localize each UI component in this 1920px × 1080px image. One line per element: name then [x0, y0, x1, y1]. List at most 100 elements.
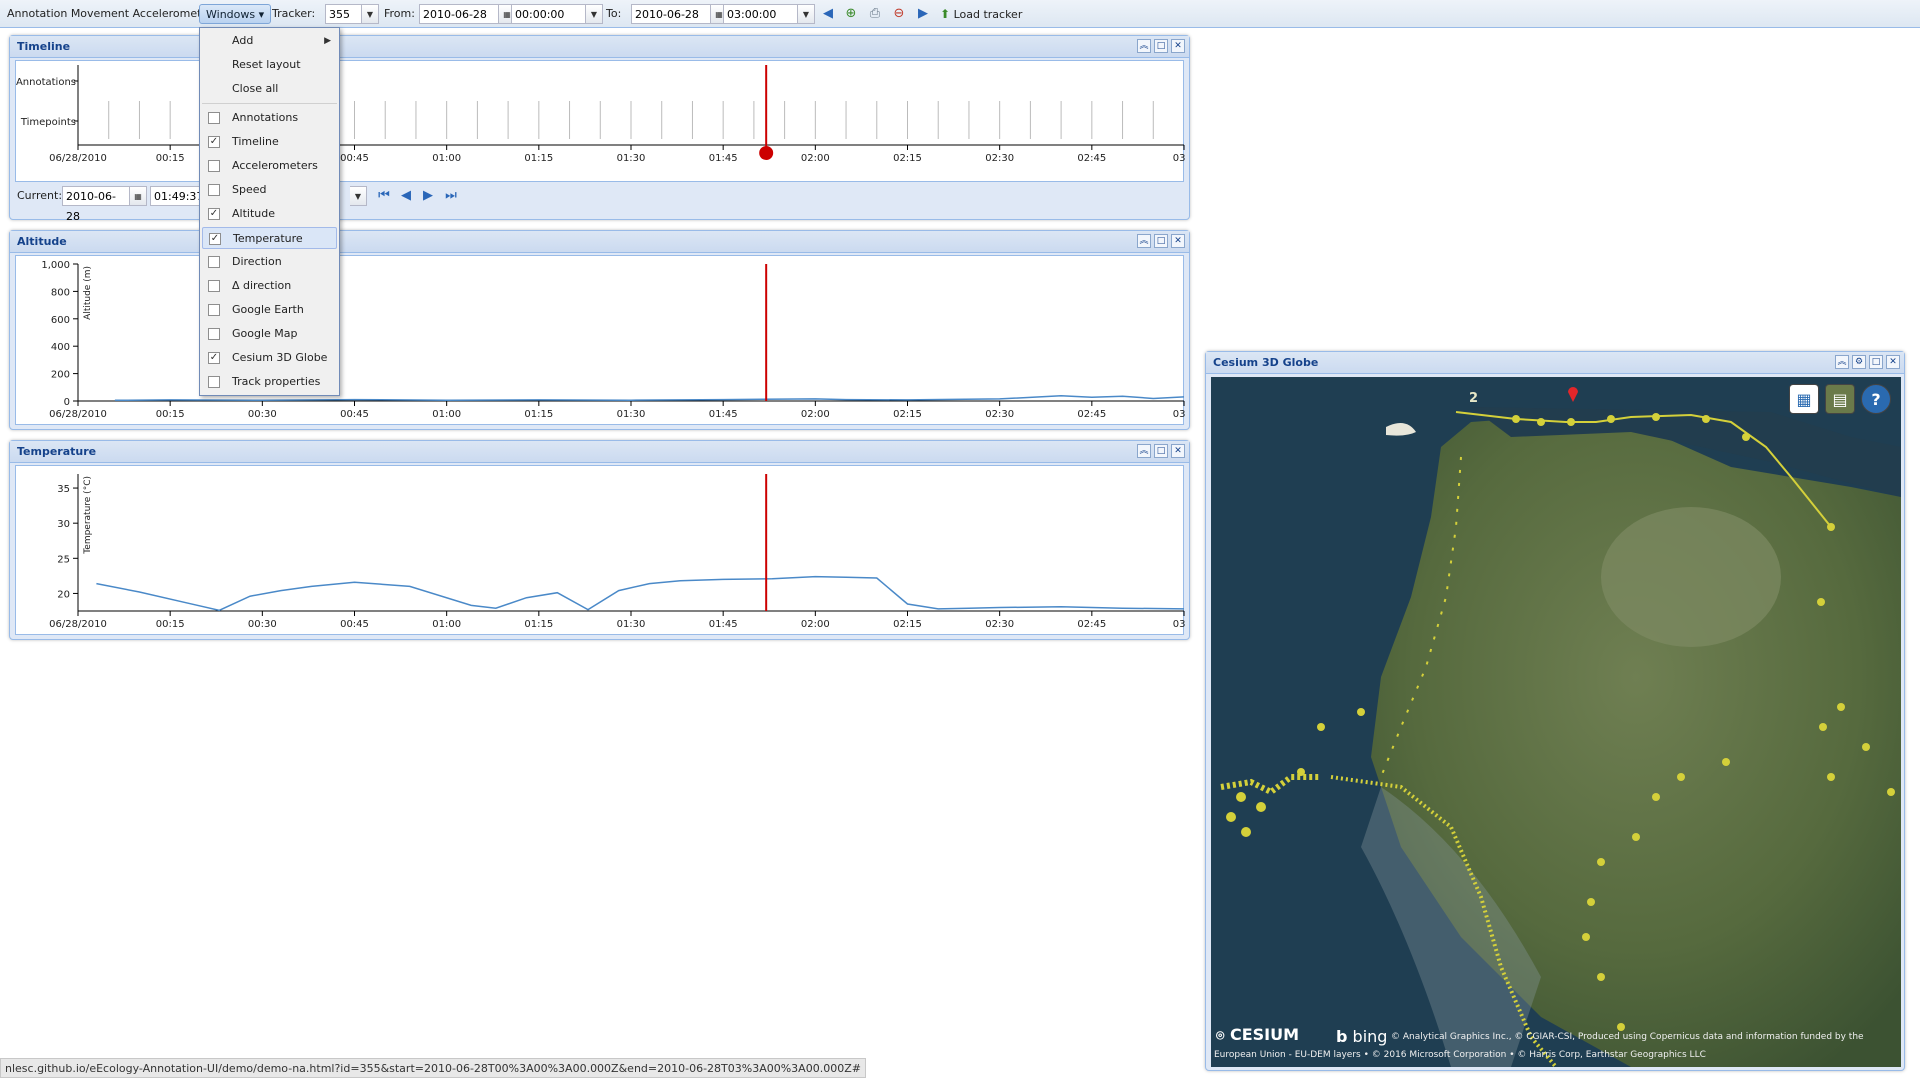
print-icon[interactable]: ⎙	[866, 4, 884, 24]
next-period-icon[interactable]: ▶	[914, 4, 932, 24]
checkbox-icon[interactable]: ✓	[209, 233, 221, 245]
collapse-icon[interactable]: ︽	[1137, 234, 1151, 248]
temperature-header: Temperature ︽ □ ✕	[10, 441, 1189, 463]
step-back-icon[interactable]: ◀	[397, 186, 415, 206]
y-tick-label: 1,000	[41, 260, 70, 271]
tracker-dropdown-trigger[interactable]: ▼	[362, 4, 379, 24]
current-time-trigger[interactable]: ▼	[350, 186, 367, 206]
maximize-icon[interactable]: □	[1869, 355, 1883, 369]
menu-item-label: Google Earth	[232, 303, 304, 316]
menu-item-speed[interactable]: Speed	[202, 179, 337, 201]
y-tick-label: 30	[57, 519, 70, 530]
timeline-body: Annotations Timepoints 06/28/2010 00:15 00…	[15, 60, 1195, 182]
menu-item-track-properties[interactable]: Track properties	[202, 371, 337, 393]
checkbox-icon[interactable]	[208, 328, 220, 340]
collapse-icon[interactable]: ︽	[1137, 39, 1151, 53]
menu-item-google-map[interactable]: Google Map	[202, 323, 337, 345]
tracker-label: Tracker:	[272, 7, 316, 20]
menu-item-label: Speed	[232, 183, 267, 196]
zoom-in-icon[interactable]: ⊕	[842, 4, 860, 24]
menu-item-google-earth[interactable]: Google Earth	[202, 299, 337, 321]
menu-separator	[202, 103, 337, 104]
x-tick-label: 02:00	[801, 153, 830, 164]
temperature-body: 35 30 25 20 Temperature (°C) 06/28/2010 00:15 0…	[15, 465, 1195, 635]
checkbox-icon[interactable]	[208, 376, 220, 388]
checkbox-icon[interactable]	[208, 280, 220, 292]
last-icon[interactable]: ⏭	[442, 186, 460, 206]
marker-label: 2	[1469, 391, 1478, 406]
close-icon[interactable]: ✕	[1171, 444, 1185, 458]
x-tick-label: 02:30	[985, 619, 1014, 630]
close-icon[interactable]: ✕	[1171, 39, 1185, 53]
altitude-chart[interactable]: 1,000 800 600 400 200 0 Altitude (m) 06/28/2010…	[16, 256, 1195, 424]
gear-icon[interactable]: ⚙	[1852, 355, 1866, 369]
timeline-chart[interactable]: Annotations Timepoints 06/28/2010 00:15 00…	[16, 61, 1195, 181]
tracker-combo[interactable]: 355	[325, 4, 362, 24]
menu-item-label: Timeline	[232, 135, 279, 148]
menu-item-close-all[interactable]: Close all	[202, 78, 337, 100]
menu-item-label: Add	[232, 34, 254, 47]
help-icon[interactable]: ?	[1861, 384, 1891, 414]
altitude-title: Altitude	[17, 235, 67, 248]
x-tick-label: 00:15	[156, 153, 185, 164]
menu-item-annotations[interactable]: Annotations	[202, 107, 337, 129]
x-tick-label: 01:00	[432, 409, 461, 420]
maximize-icon[interactable]: □	[1154, 39, 1168, 53]
base-layer-grid-icon[interactable]: ▦	[1789, 384, 1819, 414]
temperature-chart[interactable]: 35 30 25 20 Temperature (°C) 06/28/2010 00:15 0…	[16, 466, 1195, 634]
checkbox-icon[interactable]	[208, 184, 220, 196]
current-time-bar: Current: 2010-06-28 ▦ 01:49:37 ▼ ⏮ ◀ ▶ ⏭	[15, 184, 1184, 223]
menu-item-cesium-3d-globe[interactable]: ✓ Cesium 3D Globe	[202, 347, 337, 369]
from-date-field[interactable]: 2010-06-28	[419, 4, 499, 24]
menu-item-add[interactable]: Add ▶	[202, 30, 337, 52]
menu-item-temperature[interactable]: ✓ Temperature	[202, 227, 337, 249]
zoom-out-icon[interactable]: ⊖	[890, 4, 908, 24]
collapse-icon[interactable]: ︽	[1835, 355, 1849, 369]
first-icon[interactable]: ⏮	[375, 186, 393, 206]
windows-menu-button[interactable]: Windows ▾	[199, 4, 272, 24]
globe-viewport[interactable]: 2 ▦ ▤ ? ⌾ CESIUM b bing © Analytical Gra…	[1211, 377, 1901, 1067]
from-time-trigger[interactable]: ▼	[586, 4, 603, 24]
menu-item-direction[interactable]: Δ direction	[202, 275, 337, 297]
to-date-field[interactable]: 2010-06-28	[631, 4, 711, 24]
menu-item-direction[interactable]: Direction	[202, 251, 337, 273]
from-time-field[interactable]: 00:00:00	[511, 4, 586, 24]
menu-item-label: Direction	[232, 255, 282, 268]
x-tick-label: 00:15	[156, 619, 185, 630]
maximize-icon[interactable]: □	[1154, 234, 1168, 248]
maximize-icon[interactable]: □	[1154, 444, 1168, 458]
to-time-field[interactable]: 03:00:00	[723, 4, 798, 24]
menu-item-timeline[interactable]: ✓ Timeline	[202, 131, 337, 153]
timeline-header: Timeline ︽ □ ✕	[10, 36, 1189, 58]
imagery-picker-icon[interactable]: ▤	[1825, 384, 1855, 414]
close-icon[interactable]: ✕	[1886, 355, 1900, 369]
x-tick-label: 03:0	[1173, 619, 1185, 630]
checkbox-icon[interactable]	[208, 112, 220, 124]
menu-item-reset-layout[interactable]: Reset layout	[202, 54, 337, 76]
menu-item-label: Track properties	[232, 375, 321, 388]
current-label: Current:	[17, 189, 63, 202]
cesium-panel: Cesium 3D Globe ︽ ⚙ □ ✕ 2 ▦ ▤ ? ⌾ CESIUM…	[1205, 351, 1905, 1071]
checkbox-icon[interactable]: ✓	[208, 136, 220, 148]
load-tracker-button[interactable]: ⬆ Load tracker	[940, 4, 1022, 24]
close-icon[interactable]: ✕	[1171, 234, 1185, 248]
status-url-bar: nlesc.github.io/eEcology-Annotation-UI/d…	[0, 1058, 866, 1078]
x-tick-label: 01:00	[432, 619, 461, 630]
menu-item-altitude[interactable]: ✓ Altitude	[202, 203, 337, 225]
current-time-handle	[759, 146, 774, 160]
checkbox-icon[interactable]: ✓	[208, 352, 220, 364]
x-tick-label: 02:30	[985, 153, 1014, 164]
menu-item-accelerometers[interactable]: Accelerometers	[202, 155, 337, 177]
checkbox-icon[interactable]	[208, 160, 220, 172]
checkbox-icon[interactable]: ✓	[208, 208, 220, 220]
checkbox-icon[interactable]	[208, 256, 220, 268]
current-date-picker[interactable]: ▦	[130, 186, 147, 206]
checkbox-icon[interactable]	[208, 304, 220, 316]
current-date-field[interactable]: 2010-06-28	[62, 186, 130, 223]
prev-period-icon[interactable]: ◀	[819, 4, 837, 24]
series-line	[96, 575, 1185, 612]
collapse-icon[interactable]: ︽	[1137, 444, 1151, 458]
menu-item-label: Δ direction	[232, 279, 292, 292]
step-forward-icon[interactable]: ▶	[419, 186, 437, 206]
to-time-trigger[interactable]: ▼	[798, 4, 815, 24]
